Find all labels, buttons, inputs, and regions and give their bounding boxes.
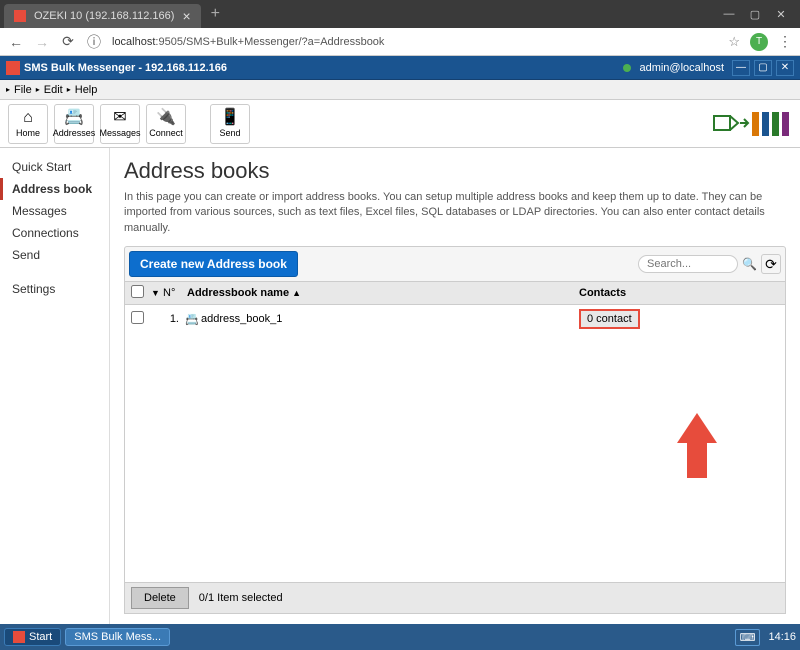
maximize-icon[interactable]: ▢ [748,8,762,21]
select-all-checkbox[interactable] [131,285,144,298]
app-maximize-icon[interactable]: ▢ [754,60,772,76]
forward-icon: → [34,34,50,50]
sidebar-item-send[interactable]: Send [0,244,109,266]
addressbook-icon: 📇 [64,110,84,126]
row-name: address_book_1 [201,313,579,325]
clock: 14:16 [768,631,796,643]
table-footer: Delete 0/1 Item selected [124,583,786,614]
sidebar-item-quickstart[interactable]: Quick Start [0,156,109,178]
envelope-icon: ✉ [113,110,126,126]
back-icon[interactable]: ← [8,34,24,50]
user-label[interactable]: admin@localhost [639,62,724,74]
sidebar: Quick Start Address book Messages Connec… [0,148,110,624]
send-button[interactable]: 📱 Send [210,104,250,144]
minimize-icon[interactable]: — [722,8,736,21]
close-icon[interactable]: ✕ [774,8,788,21]
menu-bar: ▸ File ▸ Edit ▸ Help [0,80,800,100]
addresses-button[interactable]: 📇 Addresses [54,104,94,144]
status-dot-icon [623,64,631,72]
app-close-icon[interactable]: ✕ [776,60,794,76]
main: Quick Start Address book Messages Connec… [0,148,800,624]
table-row[interactable]: 1. 📇 address_book_1 0 contact [125,305,785,333]
menu-file[interactable]: File [10,84,36,96]
create-addressbook-button[interactable]: Create new Address book [129,251,298,277]
addressbook-icon: 📇 [185,313,201,326]
browser-menu-icon[interactable]: ⋮ [778,33,792,50]
bookmark-icon[interactable]: ☆ [728,34,740,50]
sidebar-item-settings[interactable]: Settings [0,278,109,300]
th-name[interactable]: Addressbook name ▲ [187,287,579,299]
app-title: SMS Bulk Messenger - 192.168.112.166 [24,62,227,74]
reload-icon[interactable]: ⟳ [60,33,76,50]
taskbar: Start SMS Bulk Mess... ⌨ 14:16 [0,624,800,650]
th-contacts[interactable]: Contacts [579,287,779,299]
profile-button[interactable]: T [750,33,768,51]
sort-asc-icon: ▲ [292,288,301,298]
toolbar: ⌂ Home 📇 Addresses ✉ Messages 🔌 Connect … [0,100,800,148]
action-bar: Create new Address book 🔍 ⟳ [124,246,786,282]
taskbar-app-button[interactable]: SMS Bulk Mess... [65,628,170,646]
phone-icon: 📱 [220,110,240,126]
tab-favicon [14,10,26,22]
start-icon [13,631,25,643]
row-checkbox[interactable] [131,311,144,324]
start-button[interactable]: Start [4,628,61,646]
browser-tab[interactable]: OZEKI 10 (192.168.112.166) × [4,4,201,28]
info-icon[interactable]: ⓘ [86,32,102,52]
new-tab-button[interactable]: + [201,5,230,23]
page-description: In this page you can create or import ad… [124,190,786,236]
tab-title: OZEKI 10 (192.168.112.166) [34,10,174,22]
banner-image [712,106,792,142]
sort-icon[interactable]: ▼ [151,288,163,298]
browser-address-bar: ← → ⟳ ⓘ localhost:9505/SMS+Bulk+Messenge… [0,28,800,56]
menu-help[interactable]: Help [71,84,102,96]
keyboard-icon[interactable]: ⌨ [735,629,761,646]
close-icon[interactable]: × [182,8,190,24]
home-icon: ⌂ [23,110,33,126]
url-input[interactable]: localhost:9505/SMS+Bulk+Messenger/?a=Add… [112,36,718,48]
row-number: 1. [151,313,185,325]
table-header: ▼ N° Addressbook name ▲ Contacts [124,282,786,305]
messages-button[interactable]: ✉ Messages [100,104,140,144]
content: Address books In this page you can creat… [110,148,800,624]
delete-button[interactable]: Delete [131,587,189,609]
page-title: Address books [124,158,786,184]
search-icon[interactable]: 🔍 [742,257,757,271]
menu-edit[interactable]: Edit [40,84,67,96]
sidebar-item-connections[interactable]: Connections [0,222,109,244]
sidebar-item-messages[interactable]: Messages [0,200,109,222]
plug-icon: 🔌 [156,110,176,126]
browser-titlebar: OZEKI 10 (192.168.112.166) × + — ▢ ✕ [0,0,800,28]
selection-status: 0/1 Item selected [199,592,283,604]
th-number[interactable]: N° [163,287,187,299]
table-body: 1. 📇 address_book_1 0 contact [124,305,786,583]
app-minimize-icon[interactable]: — [732,60,750,76]
connect-button[interactable]: 🔌 Connect [146,104,186,144]
home-button[interactable]: ⌂ Home [8,104,48,144]
search-input[interactable] [638,255,738,273]
contacts-count-button[interactable]: 0 contact [579,309,640,329]
sidebar-item-addressbook[interactable]: Address book [0,178,109,200]
app-header: SMS Bulk Messenger - 192.168.112.166 adm… [0,56,800,80]
refresh-icon[interactable]: ⟳ [761,254,781,274]
app-logo-icon [6,61,20,75]
